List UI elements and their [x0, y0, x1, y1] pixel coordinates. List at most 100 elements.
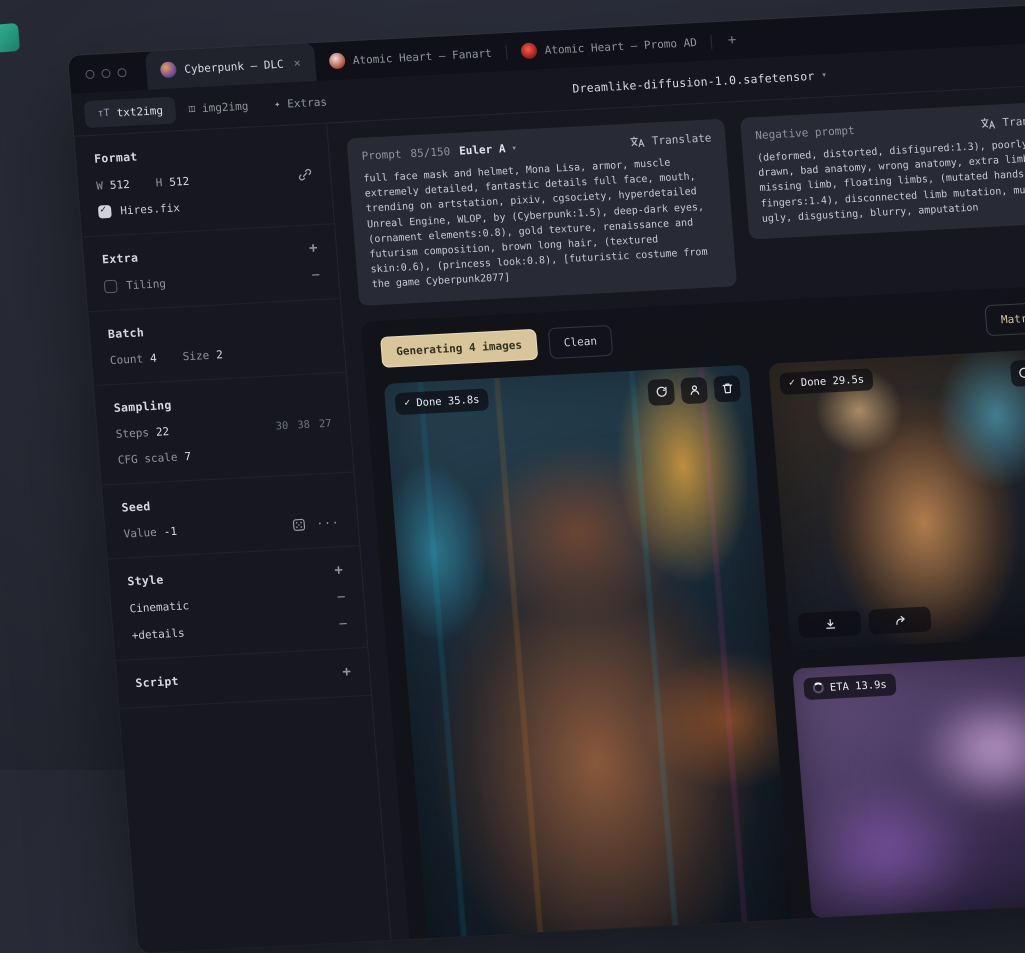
- count-value[interactable]: 4: [150, 352, 158, 365]
- section-extra: Extra + Tiling −: [82, 224, 340, 312]
- steps-presets: 30 38 27: [275, 417, 332, 432]
- steps-preset[interactable]: 27: [318, 417, 332, 430]
- app-body: Format W512 H512 Hires.fix Extra +: [74, 84, 1025, 953]
- section-seed: Seed Value-1 ···: [102, 472, 360, 559]
- new-tab-button[interactable]: +: [710, 20, 753, 60]
- mode-tab-label: Extras: [287, 95, 328, 110]
- style-item[interactable]: Cinematic −: [129, 590, 346, 615]
- mode-tab-img2img[interactable]: ◫ img2img: [175, 91, 262, 122]
- background-teal-square: [0, 23, 20, 53]
- img2img-icon: ◫: [188, 103, 195, 114]
- status-badge: ✓ Done 29.5s: [779, 368, 874, 395]
- tab-label: Cyberpunk – DLC: [184, 57, 284, 75]
- size-value[interactable]: 2: [216, 348, 224, 361]
- prompt-textarea[interactable]: full face mask and helmet, Mona Lisa, ar…: [363, 153, 722, 292]
- check-icon: ✓: [788, 377, 795, 388]
- tab-thumbnail-icon: [160, 61, 177, 78]
- generating-button[interactable]: Generating 4 images: [380, 328, 538, 367]
- sampler-value: Euler A: [459, 142, 506, 157]
- generated-image-2[interactable]: ✓ Done 29.5s: [768, 347, 1025, 650]
- app-window: Cyberpunk – DLC × Atomic Heart – Fanart …: [68, 4, 1025, 953]
- style-item-label: Cinematic: [129, 599, 190, 615]
- steps-value[interactable]: 22: [155, 425, 169, 439]
- traffic-light-zoom[interactable]: [117, 67, 127, 76]
- model-selector[interactable]: Dreamlike-diffusion-1.0.safetensor ▾: [572, 68, 828, 95]
- window-controls: [84, 53, 128, 93]
- count-label: Count: [110, 352, 144, 367]
- matrix-view-button[interactable]: Matrix vi: [985, 300, 1025, 336]
- generated-image-3[interactable]: ETA 13.9s: [792, 652, 1025, 917]
- generated-images-grid: ✓ Done 35.8s: [384, 347, 1025, 953]
- hires-fix-label: Hires.fix: [120, 201, 181, 217]
- extras-icon: ✦: [274, 98, 281, 109]
- traffic-light-minimize[interactable]: [101, 68, 111, 77]
- txt2img-icon: тT: [97, 107, 110, 119]
- translate-label: Translate: [1002, 113, 1025, 129]
- minus-icon[interactable]: −: [311, 268, 321, 282]
- steps-preset[interactable]: 30: [275, 419, 289, 432]
- model-name: Dreamlike-diffusion-1.0.safetensor: [572, 69, 815, 96]
- images-column-2: ✓ Done 29.5s: [768, 347, 1025, 918]
- minus-icon[interactable]: −: [338, 617, 348, 631]
- image-content: [384, 364, 796, 953]
- section-title: Format: [94, 149, 138, 165]
- negative-prompt-label: Negative prompt: [755, 124, 855, 142]
- plus-icon[interactable]: +: [342, 665, 352, 679]
- prompt-label: Prompt: [361, 148, 402, 163]
- more-options-icon[interactable]: ···: [316, 516, 340, 530]
- translate-icon: [980, 116, 997, 130]
- style-item[interactable]: +details −: [131, 617, 348, 642]
- trash-icon[interactable]: [713, 375, 741, 402]
- steps-preset[interactable]: 38: [297, 418, 311, 431]
- section-style: Style + Cinematic − +details −: [108, 546, 368, 661]
- translate-button[interactable]: Translate: [629, 131, 712, 148]
- image-toolbar: [1010, 357, 1025, 386]
- chevron-down-icon: ▾: [821, 70, 827, 80]
- height-value[interactable]: 512: [169, 174, 190, 188]
- status-text: Done 35.8s: [416, 393, 480, 408]
- chevron-down-icon: ▾: [511, 143, 517, 153]
- regenerate-icon[interactable]: [1010, 359, 1025, 386]
- mode-tab-txt2img[interactable]: тT txt2img: [84, 96, 177, 128]
- mode-tab-extras[interactable]: ✦ Extras: [260, 87, 341, 118]
- tiling-checkbox[interactable]: [104, 279, 118, 293]
- download-button[interactable]: [798, 610, 862, 638]
- negative-prompt-textarea[interactable]: (deformed, distorted, disfigured:1.3), p…: [757, 135, 1025, 227]
- section-sampling: Sampling Steps22 30 38 27 CFG scale7: [94, 373, 354, 486]
- translate-button[interactable]: Translate: [980, 113, 1025, 130]
- main-area: Prompt 85/150 Euler A ▾ Translate: [327, 84, 1025, 940]
- prompt-counter: 85/150: [410, 145, 451, 160]
- person-icon[interactable]: [680, 376, 708, 403]
- minus-icon[interactable]: −: [336, 590, 346, 604]
- plus-icon[interactable]: +: [309, 241, 319, 255]
- height-label: H: [155, 176, 163, 189]
- regenerate-icon[interactable]: [647, 378, 675, 405]
- cfg-value[interactable]: 7: [184, 450, 192, 463]
- generated-image-1[interactable]: ✓ Done 35.8s: [384, 364, 796, 953]
- tab-label: Atomic Heart – Fanart: [352, 46, 492, 66]
- clean-button[interactable]: Clean: [548, 324, 613, 358]
- sampler-selector[interactable]: Euler A ▾: [459, 142, 518, 158]
- cfg-label: CFG scale: [117, 451, 178, 467]
- mode-tab-label: txt2img: [116, 104, 163, 119]
- tiling-label: Tiling: [126, 277, 167, 292]
- traffic-light-close[interactable]: [85, 69, 95, 78]
- tab-thumbnail-icon: [520, 42, 537, 59]
- link-dimensions-icon[interactable]: [298, 167, 313, 182]
- section-title: Extra: [102, 251, 139, 267]
- share-button[interactable]: [868, 606, 932, 634]
- steps-label: Steps: [115, 426, 149, 441]
- close-icon[interactable]: ×: [293, 56, 301, 70]
- section-title: Seed: [121, 499, 151, 514]
- section-title: Style: [127, 573, 164, 589]
- width-value[interactable]: 512: [109, 177, 130, 191]
- random-seed-dice-icon[interactable]: [292, 518, 306, 532]
- tab-thumbnail-icon: [328, 53, 345, 70]
- check-icon: ✓: [404, 397, 411, 408]
- spinner-icon: [812, 682, 824, 694]
- image-actions: [798, 606, 932, 638]
- translate-label: Translate: [651, 131, 712, 147]
- seed-value[interactable]: -1: [163, 525, 177, 539]
- plus-icon[interactable]: +: [334, 563, 344, 577]
- hires-fix-checkbox[interactable]: [98, 205, 112, 219]
